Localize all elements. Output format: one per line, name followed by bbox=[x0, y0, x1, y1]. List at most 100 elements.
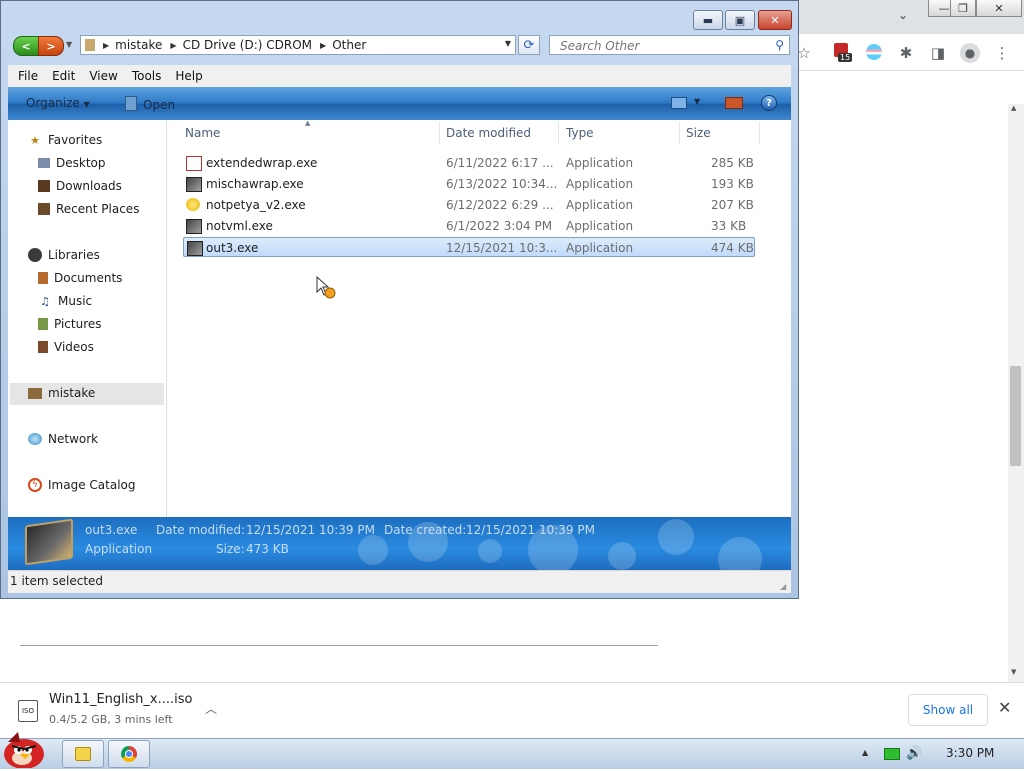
chrome-close-button[interactable]: ✕ bbox=[976, 0, 1022, 17]
close-icon[interactable]: ✕ bbox=[998, 698, 1011, 717]
taskbar-chrome-button[interactable] bbox=[108, 740, 150, 768]
nav-downloads[interactable]: Downloads bbox=[38, 177, 122, 195]
file-row[interactable]: notvml.exe 6/1/2022 3:04 PM Application … bbox=[183, 216, 755, 236]
search-icon[interactable]: ⚲ bbox=[775, 38, 784, 52]
side-panel-icon[interactable]: ◨ bbox=[928, 43, 948, 63]
file-size: 474 KB bbox=[711, 241, 754, 255]
search-input[interactable] bbox=[558, 37, 767, 55]
open-app-icon bbox=[125, 96, 137, 111]
refresh-button[interactable]: ⟳ bbox=[518, 35, 540, 55]
preview-pane-icon[interactable] bbox=[725, 97, 743, 109]
profile-avatar-icon[interactable]: ● bbox=[960, 43, 980, 63]
file-size: 285 KB bbox=[711, 156, 754, 170]
show-all-button[interactable]: Show all bbox=[908, 694, 988, 726]
refresh-icon: ⟳ bbox=[523, 37, 535, 53]
scroll-down-arrow-icon[interactable]: ▼ bbox=[1011, 668, 1016, 676]
nav-libraries[interactable]: Libraries bbox=[28, 246, 100, 264]
nav-videos[interactable]: Videos bbox=[38, 338, 94, 356]
volume-tray-icon[interactable]: 🔊 bbox=[906, 746, 922, 761]
chrome-restore-button[interactable]: ❐ bbox=[950, 0, 976, 17]
nav-recent-places[interactable]: Recent Places bbox=[38, 200, 139, 218]
minimize-button[interactable]: ▬ bbox=[693, 10, 723, 30]
tray-clock[interactable]: 3:30 PM bbox=[946, 746, 994, 760]
menu-view[interactable]: View bbox=[89, 69, 117, 83]
column-header-name[interactable]: Name bbox=[185, 126, 220, 140]
breadcrumb-separator-icon[interactable]: ▶ bbox=[320, 41, 326, 50]
page-scrollbar-thumb[interactable] bbox=[1010, 366, 1021, 466]
breadcrumb-separator-icon[interactable]: ▶ bbox=[103, 41, 109, 50]
start-button-bird-icon[interactable] bbox=[0, 728, 50, 769]
file-name: extendedwrap.exe bbox=[206, 156, 318, 170]
extension-flag-icon[interactable] bbox=[866, 44, 882, 60]
file-name: out3.exe bbox=[206, 241, 259, 255]
column-divider[interactable] bbox=[679, 122, 680, 144]
column-divider[interactable] bbox=[439, 122, 440, 144]
address-dropdown-icon[interactable]: ▼ bbox=[505, 39, 511, 48]
taskbar bbox=[0, 738, 1024, 769]
breadcrumb-other[interactable]: Other bbox=[332, 38, 366, 52]
help-icon[interactable]: ? bbox=[761, 95, 777, 111]
close-button[interactable]: ✕ bbox=[758, 10, 792, 30]
search-box[interactable]: ⚲ bbox=[549, 35, 790, 55]
column-header-date-modified[interactable]: Date modified bbox=[446, 126, 531, 140]
extension-badge-icon[interactable]: 15 bbox=[834, 43, 853, 65]
extensions-puzzle-icon[interactable]: ✱ bbox=[896, 43, 916, 63]
nav-desktop[interactable]: Desktop bbox=[38, 154, 106, 172]
forward-button[interactable]: > bbox=[38, 36, 64, 56]
open-label: Open bbox=[143, 98, 176, 112]
nav-recent-places-label: Recent Places bbox=[56, 202, 140, 216]
download-shelf bbox=[0, 682, 1024, 739]
file-name: notvml.exe bbox=[206, 219, 273, 233]
nav-mistake-label: mistake bbox=[48, 386, 96, 400]
file-row-selected[interactable]: out3.exe 12/15/2021 10:3... Application … bbox=[183, 237, 755, 257]
file-row[interactable]: mischawrap.exe 6/13/2022 10:34... Applic… bbox=[183, 174, 755, 194]
address-bar[interactable]: ▶ mistake ▶ CD Drive (D:) CDROM ▶ Other … bbox=[80, 35, 516, 55]
column-divider[interactable] bbox=[558, 122, 559, 144]
chrome-menu-icon[interactable]: ⋮ bbox=[992, 43, 1012, 63]
back-button[interactable]: < bbox=[13, 36, 39, 56]
file-size: 33 KB bbox=[711, 219, 747, 233]
sort-ascending-icon: ▲ bbox=[305, 119, 311, 127]
breadcrumb-cd-drive[interactable]: CD Drive (D:) CDROM bbox=[183, 38, 312, 52]
desktop-icon bbox=[38, 158, 50, 168]
downloads-icon bbox=[38, 180, 50, 192]
taskbar-explorer-button[interactable] bbox=[62, 740, 104, 768]
nav-image-catalog[interactable]: ϟ Image Catalog bbox=[28, 476, 135, 494]
app-window-icon bbox=[186, 219, 202, 234]
breadcrumb-separator-icon[interactable]: ▶ bbox=[170, 41, 176, 50]
chevron-up-icon[interactable]: ︿ bbox=[205, 700, 217, 717]
nav-mistake[interactable]: mistake bbox=[28, 384, 95, 402]
maximize-button[interactable]: ▣ bbox=[725, 10, 755, 30]
open-button[interactable]: Open bbox=[125, 96, 175, 112]
scroll-up-arrow-icon[interactable]: ▲ bbox=[1011, 104, 1016, 112]
network-tray-icon[interactable] bbox=[884, 748, 900, 760]
nav-pictures[interactable]: Pictures bbox=[38, 315, 102, 333]
nav-music[interactable]: ♫ Music bbox=[38, 292, 92, 310]
menu-help[interactable]: Help bbox=[175, 69, 202, 83]
menu-file[interactable]: File bbox=[18, 69, 38, 83]
tray-expand-icon[interactable]: ▲ bbox=[862, 748, 868, 757]
column-divider[interactable] bbox=[759, 122, 760, 144]
recent-pages-dropdown-icon[interactable]: ▼ bbox=[66, 40, 72, 49]
download-filename[interactable]: Win11_English_x....iso bbox=[49, 692, 192, 707]
pdf-doc-icon bbox=[186, 156, 202, 171]
change-view-icon[interactable] bbox=[671, 97, 687, 109]
view-dropdown-icon[interactable]: ▼ bbox=[694, 97, 700, 106]
file-row[interactable]: extendedwrap.exe 6/11/2022 6:17 ... Appl… bbox=[183, 153, 755, 173]
file-row[interactable]: notpetya_v2.exe 6/12/2022 6:29 ... Appli… bbox=[183, 195, 755, 215]
column-header-type[interactable]: Type bbox=[566, 126, 594, 140]
column-header-size[interactable]: Size bbox=[686, 126, 711, 140]
nav-favorites[interactable]: ★ Favorites bbox=[28, 131, 102, 149]
file-date: 6/1/2022 3:04 PM bbox=[446, 219, 553, 233]
mouse-cursor-icon bbox=[316, 275, 342, 305]
organize-button[interactable]: Organize ▼ bbox=[26, 96, 90, 110]
homegroup-icon bbox=[28, 387, 42, 399]
menu-tools[interactable]: Tools bbox=[132, 69, 162, 83]
nav-documents[interactable]: Documents bbox=[38, 269, 122, 287]
nav-network[interactable]: Network bbox=[28, 430, 98, 448]
menu-edit[interactable]: Edit bbox=[52, 69, 75, 83]
resize-grip-icon[interactable]: ◢ bbox=[780, 582, 786, 591]
chrome-tab-search-icon[interactable]: ⌄ bbox=[898, 8, 908, 22]
breadcrumb-mistake[interactable]: mistake bbox=[115, 38, 162, 52]
nav-music-label: Music bbox=[58, 294, 93, 308]
